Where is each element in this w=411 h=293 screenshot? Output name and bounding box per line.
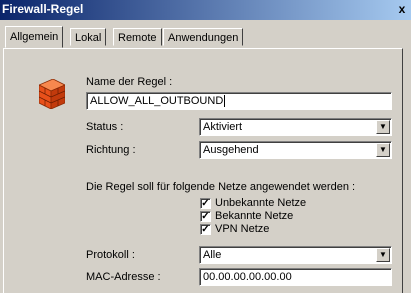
vpn-networks-checkbox[interactable]: ✓ bbox=[200, 224, 211, 235]
tab-lokal[interactable]: Lokal bbox=[70, 28, 107, 46]
known-networks-checkbox[interactable]: ✓ bbox=[200, 211, 211, 222]
direction-select[interactable]: Ausgehend ▼ bbox=[199, 141, 392, 159]
general-tab-panel: Name der Regel : ALLOW_ALL_OUTBOUND Stat… bbox=[3, 48, 403, 293]
mac-address-input[interactable]: 00.00.00.00.00.00 bbox=[199, 268, 392, 286]
protocol-label: Protokoll : bbox=[86, 249, 135, 261]
direction-label: Richtung : bbox=[86, 144, 136, 156]
title-bar: Firewall-Regel bbox=[0, 0, 411, 20]
status-label: Status : bbox=[86, 121, 124, 133]
protocol-select[interactable]: Alle ▼ bbox=[199, 246, 392, 264]
rule-name-label: Name der Regel : bbox=[86, 76, 173, 88]
status-select[interactable]: Aktiviert ▼ bbox=[199, 118, 392, 136]
vpn-networks-label: VPN Netze bbox=[215, 223, 270, 235]
chevron-down-icon[interactable]: ▼ bbox=[376, 120, 390, 134]
tab-remote[interactable]: Remote bbox=[113, 28, 162, 46]
close-icon[interactable]: x bbox=[395, 2, 409, 16]
chevron-down-icon[interactable]: ▼ bbox=[376, 248, 390, 262]
unknown-networks-checkbox[interactable]: ✓ bbox=[200, 198, 211, 209]
brick-wall-icon bbox=[39, 79, 65, 109]
rule-name-input[interactable]: ALLOW_ALL_OUTBOUND bbox=[86, 92, 392, 110]
known-networks-label: Bekannte Netze bbox=[215, 210, 294, 222]
networks-description: Die Regel soll für folgende Netze angewe… bbox=[86, 181, 356, 193]
tab-anwendungen[interactable]: Anwendungen bbox=[163, 28, 244, 46]
tab-allgemein[interactable]: Allgemein bbox=[5, 26, 64, 48]
window-title: Firewall-Regel bbox=[2, 2, 84, 16]
unknown-networks-label: Unbekannte Netze bbox=[215, 197, 307, 209]
mac-address-label: MAC-Adresse : bbox=[86, 271, 161, 283]
chevron-down-icon[interactable]: ▼ bbox=[376, 143, 390, 157]
